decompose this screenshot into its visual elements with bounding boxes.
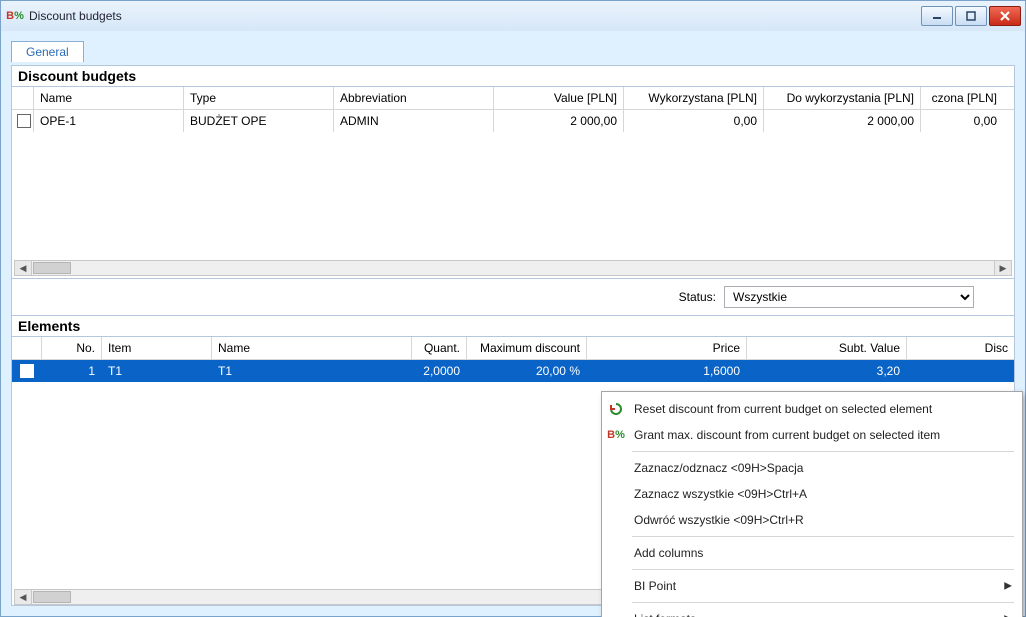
cell-czo: 0,00 bbox=[921, 110, 1003, 132]
col-wykorzystana[interactable]: Wykorzystana [PLN] bbox=[624, 87, 764, 109]
submenu-arrow-icon: ▶ bbox=[1004, 581, 1012, 592]
percent-icon: B% bbox=[7, 8, 23, 24]
col-item[interactable]: Item bbox=[102, 337, 212, 359]
titlebar: B% Discount budgets bbox=[1, 1, 1025, 32]
menu-label: Zaznacz wszystkie <09H>Ctrl+A bbox=[634, 487, 807, 501]
col-check bbox=[14, 87, 34, 109]
row-checkbox[interactable] bbox=[17, 114, 31, 128]
menu-separator bbox=[632, 602, 1014, 603]
row-checkbox[interactable] bbox=[20, 364, 34, 378]
submenu-arrow-icon: ▶ bbox=[1004, 614, 1012, 617]
scroll-right-icon[interactable]: ▶ bbox=[994, 260, 1012, 276]
cell-subt: 3,20 bbox=[747, 360, 907, 382]
col-name[interactable]: Name bbox=[34, 87, 184, 109]
cell-name: OPE-1 bbox=[34, 110, 184, 132]
elements-title: Elements bbox=[12, 316, 1014, 337]
col-disc[interactable]: Disc bbox=[907, 337, 1014, 359]
col-type[interactable]: Type bbox=[184, 87, 334, 109]
col-do-wykorzystania[interactable]: Do wykorzystania [PLN] bbox=[764, 87, 921, 109]
col-czona[interactable]: czona [PLN] bbox=[921, 87, 1003, 109]
menu-separator bbox=[632, 536, 1014, 537]
menu-separator bbox=[632, 569, 1014, 570]
cell-disc bbox=[907, 360, 1014, 382]
close-button[interactable] bbox=[989, 6, 1021, 26]
scroll-left-icon[interactable]: ◀ bbox=[14, 260, 32, 276]
col-subt[interactable]: Subt. Value bbox=[747, 337, 907, 359]
maximize-button[interactable] bbox=[955, 6, 987, 26]
col-check bbox=[12, 337, 42, 359]
cell-abbr: ADMIN bbox=[334, 110, 494, 132]
elements-header: No. Item Name Quant. Maximum discount Pr… bbox=[12, 337, 1014, 360]
budgets-body: OPE-1 BUDŻET OPE ADMIN 2 000,00 0,00 2 0… bbox=[12, 110, 1014, 132]
menu-label: Reset discount from current budget on se… bbox=[634, 402, 932, 416]
status-select[interactable]: Wszystkie bbox=[724, 286, 974, 308]
menu-grant-max-discount[interactable]: B% Grant max. discount from current budg… bbox=[602, 422, 1022, 448]
table-row[interactable]: OPE-1 BUDŻET OPE ADMIN 2 000,00 0,00 2 0… bbox=[14, 110, 1014, 132]
cell-quant: 2,0000 bbox=[412, 360, 467, 382]
cell-wyk: 0,00 bbox=[624, 110, 764, 132]
col-abbr[interactable]: Abbreviation bbox=[334, 87, 494, 109]
cell-name: T1 bbox=[212, 360, 412, 382]
status-label: Status: bbox=[679, 290, 716, 304]
table-row[interactable]: 1 T1 T1 2,0000 20,00 % 1,6000 3,20 bbox=[12, 360, 1014, 382]
cell-type: BUDŻET OPE bbox=[184, 110, 334, 132]
cell-price: 1,6000 bbox=[587, 360, 747, 382]
menu-bi-point[interactable]: BI Point ▶ bbox=[602, 573, 1022, 599]
budgets-title: Discount budgets bbox=[12, 66, 1014, 87]
window-title: Discount budgets bbox=[29, 9, 122, 23]
budgets-hscroll[interactable]: ◀ ▶ bbox=[14, 260, 1012, 276]
menu-label: Add columns bbox=[634, 546, 703, 560]
col-name[interactable]: Name bbox=[212, 337, 412, 359]
col-no[interactable]: No. bbox=[42, 337, 102, 359]
col-value[interactable]: Value [PLN] bbox=[494, 87, 624, 109]
menu-toggle-selection[interactable]: Zaznacz/odznacz <09H>Spacja bbox=[602, 455, 1022, 481]
cell-item: T1 bbox=[102, 360, 212, 382]
tab-general[interactable]: General bbox=[11, 41, 84, 62]
col-price[interactable]: Price bbox=[587, 337, 747, 359]
col-quant[interactable]: Quant. bbox=[412, 337, 467, 359]
menu-label: Zaznacz/odznacz <09H>Spacja bbox=[634, 461, 803, 475]
menu-list-formats[interactable]: List formats ▶ bbox=[602, 606, 1022, 617]
elements-body: 1 T1 T1 2,0000 20,00 % 1,6000 3,20 bbox=[12, 360, 1014, 382]
cell-value: 2 000,00 bbox=[494, 110, 624, 132]
percent-icon: B% bbox=[608, 427, 624, 443]
budgets-section: Discount budgets Name Type Abbreviation … bbox=[12, 66, 1014, 279]
menu-separator bbox=[632, 451, 1014, 452]
menu-label: BI Point bbox=[634, 579, 676, 593]
menu-add-columns[interactable]: Add columns bbox=[602, 540, 1022, 566]
cell-max: 20,00 % bbox=[467, 360, 587, 382]
menu-reset-discount[interactable]: Reset discount from current budget on se… bbox=[602, 396, 1022, 422]
minimize-button[interactable] bbox=[921, 6, 953, 26]
scroll-thumb[interactable] bbox=[33, 591, 71, 603]
menu-invert-selection[interactable]: Odwróć wszystkie <09H>Ctrl+R bbox=[602, 507, 1022, 533]
status-row: Status: Wszystkie bbox=[12, 279, 1014, 316]
menu-label: List formats bbox=[634, 612, 696, 617]
menu-label: Odwróć wszystkie <09H>Ctrl+R bbox=[634, 513, 804, 527]
menu-label: Grant max. discount from current budget … bbox=[634, 428, 940, 442]
scroll-thumb[interactable] bbox=[33, 262, 71, 274]
tabstrip: General bbox=[1, 31, 1025, 62]
scroll-left-icon[interactable]: ◀ bbox=[14, 589, 32, 605]
cell-no: 1 bbox=[42, 360, 102, 382]
cell-dow: 2 000,00 bbox=[764, 110, 921, 132]
undo-icon bbox=[608, 401, 624, 417]
context-menu: Reset discount from current budget on se… bbox=[601, 391, 1023, 617]
col-max[interactable]: Maximum discount bbox=[467, 337, 587, 359]
budgets-header: Name Type Abbreviation Value [PLN] Wykor… bbox=[12, 87, 1014, 110]
menu-select-all[interactable]: Zaznacz wszystkie <09H>Ctrl+A bbox=[602, 481, 1022, 507]
